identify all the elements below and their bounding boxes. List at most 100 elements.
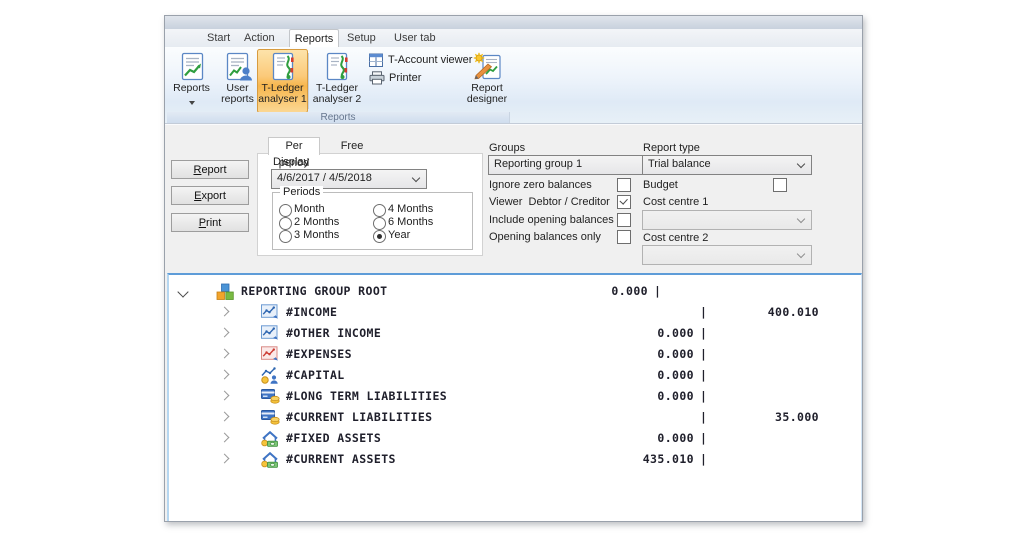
tree-row[interactable]: #EXPENSES 0.000 | — [169, 344, 861, 365]
report-type-value: Trial balance — [648, 158, 711, 170]
tab-setup[interactable]: Setup — [347, 29, 376, 47]
tree-row-debit: 0.000 — [574, 344, 694, 365]
radio-month-label: Month — [294, 203, 325, 215]
cost-centre-2-combobox[interactable] — [642, 245, 812, 265]
chevron-down-icon[interactable] — [177, 286, 188, 297]
radio-2-months[interactable] — [279, 217, 292, 230]
chevron-right-icon[interactable] — [220, 412, 230, 422]
tab-per-period[interactable]: Per period — [268, 137, 320, 155]
printer-icon — [369, 71, 385, 85]
t-account-table-icon — [369, 53, 384, 68]
tree-row-label: #CURRENT LIABILITIES — [286, 407, 432, 428]
ignore-zero-balances-checkbox[interactable] — [617, 178, 631, 192]
viewer-debtor-creditor-checkbox[interactable] — [617, 195, 631, 209]
groups-value: Reporting group 1 — [494, 158, 582, 170]
chevron-right-icon[interactable] — [220, 370, 230, 380]
tree-row-separator: | — [700, 428, 710, 449]
chevron-right-icon[interactable] — [220, 307, 230, 317]
ribbon-group-label: Reports — [167, 112, 510, 123]
report-type-combobox[interactable]: Trial balance — [642, 155, 812, 175]
radio-6-months-label: 6 Months — [388, 216, 433, 228]
include-opening-balances-label: Include opening balances — [489, 214, 614, 226]
ribbon-tab-row: Start Action Reports Setup User tab — [165, 29, 862, 47]
include-opening-balances-checkbox[interactable] — [617, 213, 631, 227]
tab-action[interactable]: Action — [244, 29, 275, 47]
user-reports-button[interactable]: User reports — [215, 50, 260, 110]
group-blocks-icon — [215, 283, 235, 301]
viewer-debtor-creditor-label: Viewer Debtor / Creditor — [489, 196, 610, 208]
budget-label: Budget — [643, 179, 678, 191]
chevron-right-icon[interactable] — [220, 328, 230, 338]
report-button[interactable]: Report — [171, 160, 249, 179]
report-designer-button[interactable]: Report designer — [462, 50, 512, 110]
tree-row-separator: | — [700, 323, 710, 344]
radio-year-label: Year — [388, 229, 410, 241]
budget-checkbox[interactable] — [773, 178, 787, 192]
tree-row[interactable]: REPORTING GROUP ROOT 0.000 | — [169, 281, 861, 302]
tree-row-label: #LONG TERM LIABILITIES — [286, 386, 447, 407]
title-bar — [165, 16, 862, 29]
capital-chart-icon — [261, 367, 279, 384]
tab-free-selection[interactable]: Free selection — [319, 139, 385, 154]
t-ledger-analyser-1-button[interactable]: T-Ledger analyser 1 — [257, 49, 308, 113]
t-account-viewer-label: T-Account viewer — [388, 54, 472, 66]
tree-row[interactable]: #INCOME | 400.010 — [169, 302, 861, 323]
tree-row-credit: 35.000 — [724, 407, 819, 428]
t-ledger-1-label-line2: analyser 1 — [258, 94, 307, 105]
radio-month[interactable] — [279, 204, 292, 217]
tree-row[interactable]: #CAPITAL 0.000 | — [169, 365, 861, 386]
tree-row[interactable]: #OTHER INCOME 0.000 | — [169, 323, 861, 344]
groups-label: Groups — [489, 142, 525, 154]
opening-balances-only-checkbox[interactable] — [617, 230, 631, 244]
t-ledger-icon — [269, 52, 297, 82]
chevron-down-icon — [797, 250, 805, 258]
tree-row[interactable]: #CURRENT ASSETS 435.010 | — [169, 449, 861, 470]
t-ledger-analyser-2-button[interactable]: T-Ledger analyser 2 — [311, 50, 363, 110]
t-ledger-2-label-line2: analyser 2 — [311, 94, 363, 105]
printer-button[interactable]: Printer — [369, 70, 421, 86]
radio-6-months[interactable] — [373, 217, 386, 230]
tree-row-separator: | — [700, 365, 710, 386]
tab-start[interactable]: Start — [207, 29, 230, 47]
tree-row-label: #FIXED ASSETS — [286, 428, 381, 449]
print-button[interactable]: Print — [171, 213, 249, 232]
tree-row-credit: 400.010 — [724, 302, 819, 323]
ribbon: Reports User reports T-Led — [165, 47, 862, 123]
chevron-right-icon[interactable] — [220, 349, 230, 359]
income-chart-icon — [261, 304, 279, 320]
cost-centre-1-combobox[interactable] — [642, 210, 812, 230]
tree-row-debit: 0.000 — [528, 281, 648, 302]
tree-row[interactable]: #LONG TERM LIABILITIES 0.000 | — [169, 386, 861, 407]
expenses-chart-icon — [261, 346, 279, 362]
tab-reports[interactable]: Reports — [289, 29, 339, 47]
report-designer-label-line2: designer — [462, 94, 512, 105]
tree-row[interactable]: #FIXED ASSETS 0.000 | — [169, 428, 861, 449]
chevron-right-icon[interactable] — [220, 454, 230, 464]
tree-row[interactable]: #CURRENT LIABILITIES | 35.000 — [169, 407, 861, 428]
tree-row-label: #INCOME — [286, 302, 337, 323]
user-report-icon — [224, 52, 252, 82]
ledger-tree-panel: REPORTING GROUP ROOT 0.000 | #INCOME | 4… — [167, 273, 862, 521]
export-button[interactable]: Export — [171, 186, 249, 205]
reports-button-label: Reports — [169, 83, 214, 94]
t-account-viewer-button[interactable]: T-Account viewer — [369, 52, 472, 68]
tree-row-separator: | — [700, 449, 710, 470]
opening-balances-only-label: Opening balances only — [489, 231, 601, 243]
tab-user-tab[interactable]: User tab — [394, 29, 436, 47]
tree-row-label: #EXPENSES — [286, 344, 352, 365]
radio-year[interactable] — [373, 230, 386, 243]
reports-button[interactable]: Reports — [169, 50, 214, 110]
chevron-down-icon — [412, 174, 420, 182]
tree-row-separator: | — [700, 302, 710, 323]
radio-3-months-label: 3 Months — [294, 229, 339, 241]
chevron-right-icon[interactable] — [220, 433, 230, 443]
radio-4-months[interactable] — [373, 204, 386, 217]
chevron-right-icon[interactable] — [220, 391, 230, 401]
radio-3-months[interactable] — [279, 230, 292, 243]
display-label: Display — [273, 156, 309, 168]
report-type-label: Report type — [643, 142, 700, 154]
groups-combobox[interactable]: Reporting group 1 — [488, 155, 658, 175]
tree-row-debit: 0.000 — [574, 365, 694, 386]
radio-2-months-label: 2 Months — [294, 216, 339, 228]
liabilities-card-icon — [261, 409, 280, 425]
